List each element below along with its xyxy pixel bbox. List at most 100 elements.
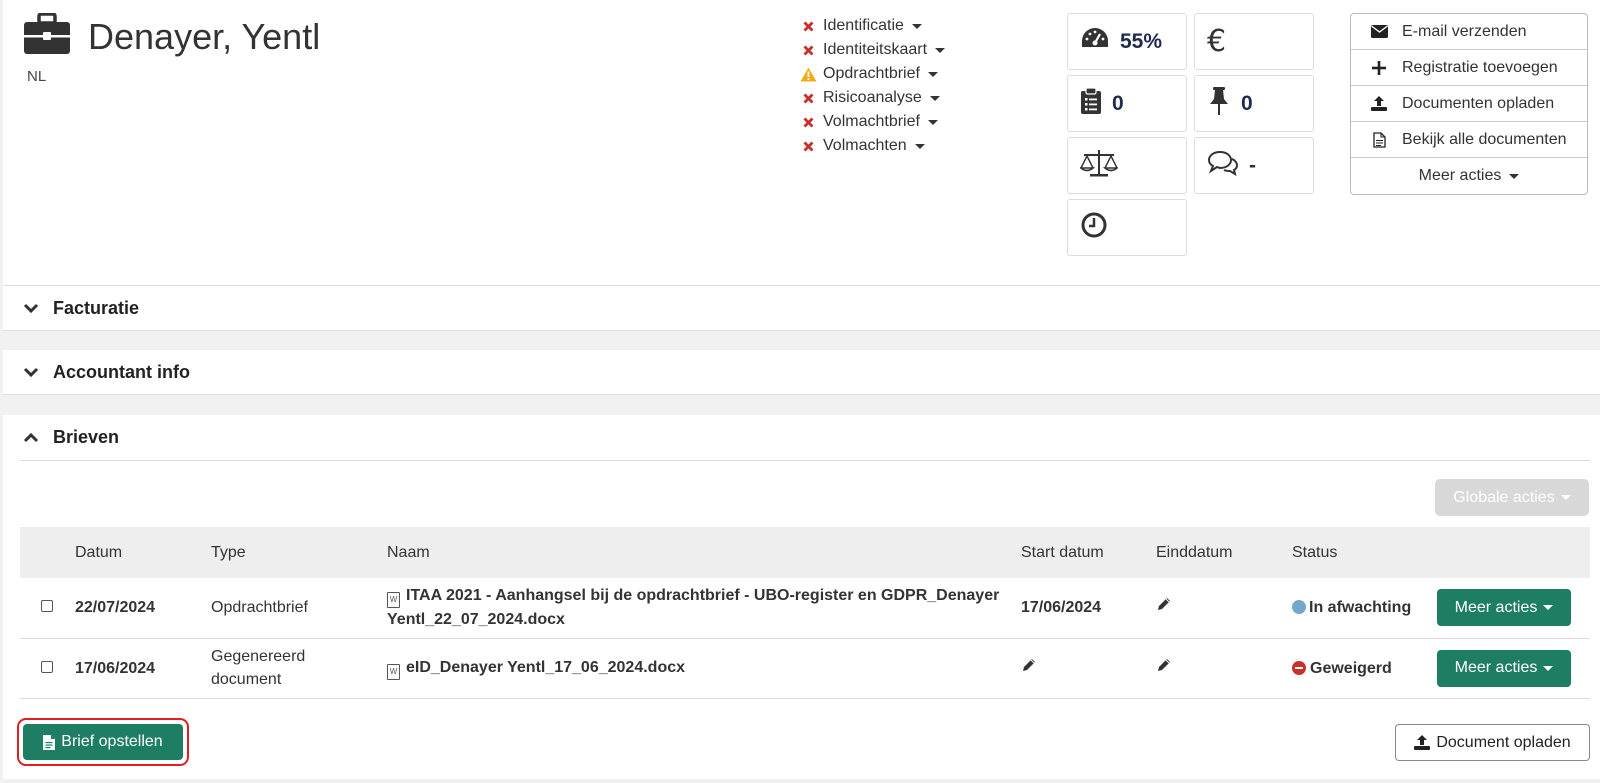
balance-scale-icon	[1078, 148, 1120, 183]
row-more-actions-button[interactable]: Meer acties	[1437, 589, 1571, 627]
upload-document-button[interactable]: Document opladen	[1395, 724, 1590, 761]
briefcase-icon	[23, 12, 71, 55]
more-actions-dropdown[interactable]: Meer acties	[1351, 158, 1587, 194]
tasks-tile[interactable]: 0	[1067, 75, 1187, 132]
pencil-icon[interactable]	[1156, 657, 1172, 680]
row-naam-cell[interactable]: W ITAA 2021 - Aanhangsel bij de opdrachtb…	[387, 578, 1021, 638]
client-actions-menu: E-mail verzenden Registratie toevoegen D…	[1350, 13, 1588, 195]
checklist-label: Risicoanalyse	[823, 89, 922, 106]
time-tile[interactable]	[1067, 199, 1187, 256]
caret-down-icon	[1509, 173, 1520, 179]
progress-value: 55%	[1120, 29, 1163, 53]
row-status: Geweigerd	[1310, 659, 1392, 677]
upload-documents-label: Documenten opladen	[1402, 94, 1555, 112]
cross-icon	[797, 141, 819, 152]
caret-down-icon	[914, 143, 925, 149]
legal-tile[interactable]	[1067, 137, 1187, 194]
caret-down-icon	[1560, 495, 1571, 500]
checklist-item-identiteitskaart[interactable]: Identiteitskaart	[797, 38, 946, 62]
pencil-icon[interactable]	[1156, 596, 1172, 619]
checklist-label: Identificatie	[823, 17, 904, 34]
upload-icon	[1414, 735, 1431, 750]
row-status: In afwachting	[1309, 599, 1412, 617]
upload-documents-button[interactable]: Documenten opladen	[1351, 86, 1587, 122]
pins-tile[interactable]: 0	[1194, 75, 1314, 132]
chevron-down-icon	[23, 303, 39, 314]
row-checkbox[interactable]	[41, 600, 53, 613]
billing-tile[interactable]: €	[1194, 13, 1314, 70]
caret-down-icon	[927, 71, 938, 77]
checklist-item-risicoanalyse[interactable]: Risicoanalyse	[797, 86, 945, 110]
chevron-down-icon	[23, 367, 39, 378]
pending-status-icon	[1292, 600, 1306, 615]
checklist-item-opdrachtbrief[interactable]: Opdrachtbrief	[797, 62, 945, 86]
progress-tile[interactable]: 55%	[1067, 13, 1187, 70]
section-facturatie[interactable]: Facturatie	[3, 286, 1600, 331]
add-registration-label: Registratie toevoegen	[1402, 58, 1558, 76]
row-naam-cell[interactable]: WeID_Denayer Yentl_17_06_2024.docx	[387, 638, 1021, 698]
send-email-button[interactable]: E-mail verzenden	[1351, 14, 1587, 50]
document-icon	[1369, 131, 1389, 148]
plus-icon	[1369, 60, 1389, 75]
pencil-icon[interactable]	[1021, 657, 1037, 680]
table-row: 22/07/2024 Opdrachtbrief W ITAA 2021 - Aa…	[20, 578, 1590, 638]
minus-circle-icon	[1292, 660, 1306, 675]
add-registration-button[interactable]: Registratie toevoegen	[1351, 50, 1587, 86]
row-start-datum: 17/06/2024	[1021, 599, 1102, 617]
caret-down-icon	[1543, 605, 1554, 611]
clipboard-list-icon	[1080, 87, 1102, 120]
row-datum: 17/06/2024	[75, 659, 156, 677]
caret-down-icon	[927, 119, 938, 125]
column-header-status[interactable]: Status	[1292, 527, 1437, 578]
section-accountant-info[interactable]: Accountant info	[3, 350, 1600, 395]
caret-down-icon	[929, 95, 940, 101]
view-all-documents-button[interactable]: Bekijk alle documenten	[1351, 122, 1587, 158]
comments-tile[interactable]: -	[1194, 137, 1314, 194]
row-more-actions-button[interactable]: Meer acties	[1437, 649, 1571, 687]
row-start-datum-cell	[1021, 638, 1156, 698]
document-checklist: Identificatie Identiteitskaart Opdrachtb…	[797, 14, 946, 158]
view-all-documents-label: Bekijk alle documenten	[1402, 130, 1567, 148]
row-checkbox[interactable]	[41, 660, 53, 673]
word-file-icon: W	[387, 592, 400, 609]
checklist-label: Opdrachtbrief	[823, 65, 920, 82]
warning-icon	[797, 67, 819, 82]
section-brieven-header[interactable]: Brieven	[20, 415, 1590, 461]
euro-icon: €	[1207, 24, 1227, 59]
global-actions-button[interactable]: Globale acties	[1435, 479, 1589, 516]
send-email-label: E-mail verzenden	[1402, 22, 1527, 40]
row-naam[interactable]: ITAA 2021 - Aanhangsel bij de opdrachtbr…	[387, 587, 999, 628]
checklist-label: Volmachten	[823, 137, 907, 154]
checklist-item-volmachtbrief[interactable]: Volmachtbrief	[797, 110, 945, 134]
column-header-naam[interactable]: Naam	[387, 527, 1021, 578]
dashboard-icon	[1080, 26, 1110, 57]
row-einddatum-cell	[1156, 578, 1292, 638]
column-header-start-datum[interactable]: Start datum	[1021, 527, 1156, 578]
row-type: Opdrachtbrief	[211, 599, 308, 617]
create-letter-button[interactable]: Brief opstellen	[23, 724, 183, 760]
file-text-icon	[43, 734, 56, 750]
checklist-item-identificatie[interactable]: Identificatie	[797, 14, 945, 38]
column-header-datum[interactable]: Datum	[75, 527, 211, 578]
chevron-up-icon	[23, 432, 39, 443]
more-actions-label: Meer acties	[1418, 167, 1502, 184]
checklist-label: Volmachtbrief	[823, 113, 920, 130]
caret-down-icon	[935, 47, 946, 53]
row-einddatum-cell	[1156, 638, 1292, 698]
letters-table: Datum Type Naam Start datum Einddatum St…	[20, 527, 1590, 699]
checklist-item-volmachten[interactable]: Volmachten	[797, 134, 945, 158]
row-datum: 22/07/2024	[75, 599, 156, 617]
brieven-section: Brieven Globale acties Datum Type Naam S…	[3, 415, 1600, 779]
cross-icon	[797, 21, 819, 32]
table-row: 17/06/2024 Gegenereerd document WeID_Den…	[20, 638, 1590, 698]
column-header-einddatum[interactable]: Einddatum	[1156, 527, 1292, 578]
upload-document-label: Document opladen	[1436, 733, 1571, 751]
section-title: Brieven	[53, 427, 120, 447]
row-naam[interactable]: eID_Denayer Yentl_17_06_2024.docx	[406, 659, 685, 676]
client-header-panel: Denayer, Yentl NL Identificatie Identite…	[3, 0, 1600, 286]
column-header-type[interactable]: Type	[211, 527, 387, 578]
caret-down-icon	[911, 23, 922, 29]
comments-icon	[1207, 150, 1239, 181]
clock-icon	[1080, 211, 1108, 244]
section-title: Facturatie	[53, 297, 140, 318]
